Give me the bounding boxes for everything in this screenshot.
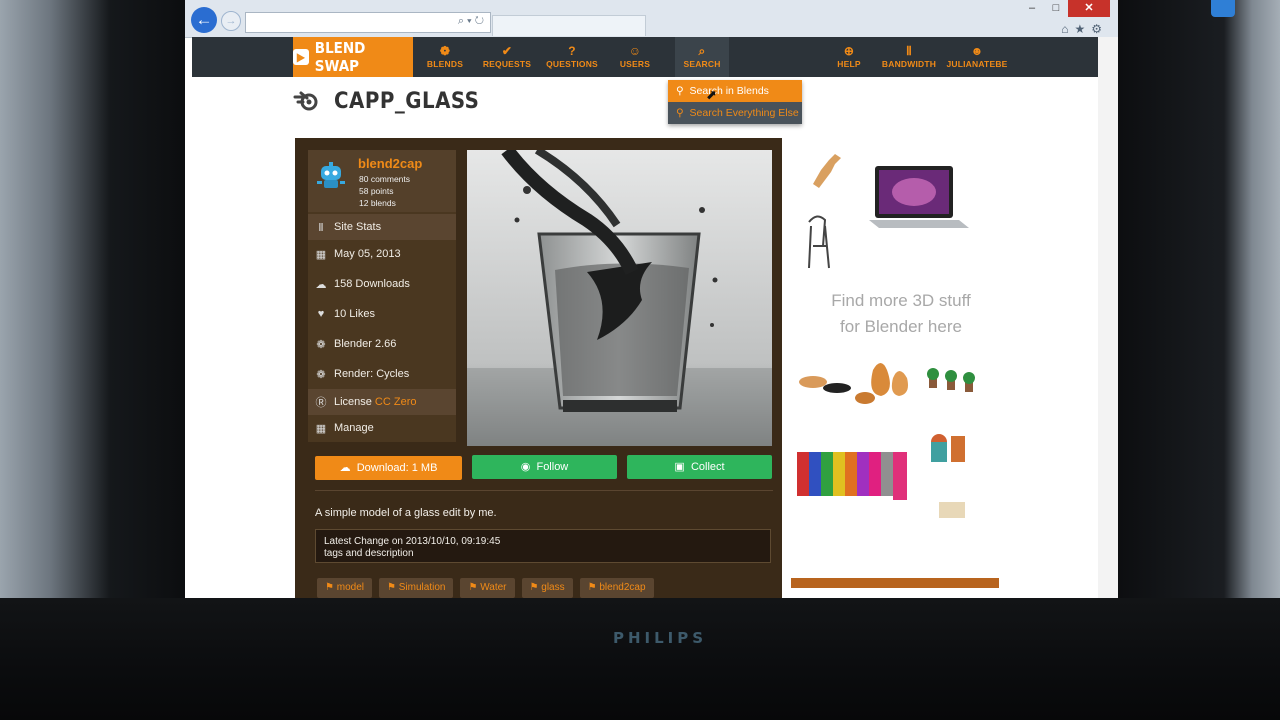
cc-icon: Ⓡ	[315, 397, 327, 409]
author-points: 58 points	[359, 186, 394, 196]
forward-button[interactable]: →	[221, 11, 241, 31]
question-icon: ?	[568, 44, 576, 58]
monitor-brand-logo: PHILIPS	[612, 629, 708, 647]
page-scrollbar[interactable]	[1098, 37, 1118, 598]
address-bar[interactable]: ⌕ ▾ ↻	[245, 12, 491, 33]
nav-users[interactable]: ☺ USERS	[610, 37, 660, 77]
blend-preview-image[interactable]	[467, 150, 772, 446]
license-link[interactable]: CC Zero	[375, 396, 417, 408]
browser-window: ← → ⌕ ▾ ↻ – □ ✕ ⌂★⚙ ▶ BLEND SWAP ❁ BLENDS…	[185, 0, 1118, 598]
stats-icon: Ⅱ	[318, 221, 324, 234]
blender-version-row: ❁ Blender 2.66	[308, 331, 456, 357]
toolbar-icons[interactable]: ⌂★⚙	[1061, 22, 1108, 36]
window-controls: – □ ✕	[1020, 0, 1110, 17]
user-icon: ☻	[970, 44, 984, 58]
maximize-button[interactable]: □	[1044, 0, 1068, 17]
forward-arrow-icon: →	[225, 15, 237, 27]
nav-account[interactable]: ☻ JULIANATEBE	[944, 37, 1010, 77]
monitor-bezel-bottom	[0, 598, 1280, 720]
blender-icon: ❁	[316, 368, 326, 381]
advertisement[interactable]: Find more 3D stuff for Blender here	[791, 142, 1011, 592]
close-button[interactable]: ✕	[1068, 0, 1110, 17]
date-row: ▦ May 05, 2013	[308, 241, 456, 267]
browser-toolbar: ← → ⌕ ▾ ↻ – □ ✕ ⌂★⚙	[185, 0, 1118, 38]
blends-icon: ❁	[439, 44, 451, 58]
tag-glass[interactable]: ⚑ glass	[521, 578, 573, 598]
site-logo[interactable]: ▶ BLEND SWAP	[293, 37, 413, 77]
ad-banner-strip	[791, 578, 999, 588]
nav-blends[interactable]: ❁ BLENDS	[420, 37, 470, 77]
latest-change-text: Latest Change on 2013/10/10, 09:19:45	[324, 536, 501, 547]
blend-sidebar: blend2cap 80 comments 58 points 12 blend…	[308, 150, 456, 442]
author-card[interactable]: blend2cap 80 comments 58 points 12 blend…	[308, 150, 456, 212]
check-icon: ✔	[501, 44, 513, 58]
cloud-download-icon: ☁	[339, 462, 351, 474]
divider	[315, 490, 773, 491]
browser-tab[interactable]	[492, 15, 646, 36]
license-row[interactable]: Ⓡ License CC Zero	[308, 389, 456, 415]
search-in-blends-item[interactable]: ⚲ Search in Blends	[668, 80, 802, 102]
blend-panel: blend2cap 80 comments 58 points 12 blend…	[295, 138, 782, 598]
render-engine-row: ❁ Render: Cycles	[308, 361, 456, 387]
manage-icon: ▦	[315, 422, 327, 435]
download-button[interactable]: ☁ Download: 1 MB	[315, 456, 462, 480]
search-icon: ⌕	[698, 44, 706, 58]
calendar-icon: ▦	[315, 248, 327, 261]
nav-search[interactable]: ⌕ SEARCH	[675, 37, 729, 77]
minimize-button[interactable]: –	[1020, 0, 1044, 17]
page-title: CAPP_GLASS	[334, 89, 480, 114]
tag-simulation[interactable]: ⚑ Simulation	[379, 578, 454, 598]
latest-change-box: Latest Change on 2013/10/10, 09:19:45 ta…	[315, 529, 771, 563]
site-navbar: ▶ BLEND SWAP ❁ BLENDS ✔ REQUESTS ? QUESTION…	[192, 37, 1098, 77]
eye-icon: ◉	[520, 461, 531, 473]
nav-requests[interactable]: ✔ REQUESTS	[479, 37, 535, 77]
collect-button[interactable]: ▣ Collect	[627, 455, 772, 479]
logo-icon: ▶	[293, 49, 309, 65]
nav-help[interactable]: ⊕ HELP	[828, 37, 870, 77]
address-bar-icons[interactable]: ⌕ ▾ ↻	[458, 15, 484, 28]
back-arrow-icon: ←	[195, 10, 213, 29]
tag-model[interactable]: ⚑ model	[317, 578, 372, 598]
downloads-row: ☁ 158 Downloads	[308, 271, 456, 297]
change-note-text: tags and description	[324, 548, 414, 559]
tag-water[interactable]: ⚑ Water	[460, 578, 515, 598]
blender-icon: ❁	[316, 338, 326, 351]
logo-text: BLEND SWAP	[314, 39, 366, 75]
tag-blend2cap[interactable]: ⚑ blend2cap	[579, 578, 654, 598]
back-button[interactable]: ←	[191, 7, 217, 33]
site-stats-row[interactable]: Ⅱ Site Stats	[308, 214, 456, 240]
search-everything-item[interactable]: ⚲ Search Everything Else	[668, 102, 802, 124]
users-icon: ☺	[628, 44, 642, 58]
help-icon: ⊕	[843, 44, 855, 58]
author-blends: 12 blends	[359, 198, 396, 208]
ad-artwork	[797, 154, 975, 518]
author-name[interactable]: blend2cap	[358, 156, 422, 171]
blend-description: A simple model of a glass edit by me.	[315, 507, 497, 519]
likes-row: ♥ 10 Likes	[308, 301, 456, 327]
manage-row[interactable]: ▦ Manage	[308, 415, 456, 441]
chart-icon: Ⅱ	[905, 44, 913, 58]
mouse-cursor-icon: ⬈	[706, 87, 717, 102]
follow-button[interactable]: ◉ Follow	[472, 455, 617, 479]
heart-icon: ♥	[317, 308, 325, 320]
nav-questions[interactable]: ? QUESTIONS	[543, 37, 601, 77]
nav-bandwidth[interactable]: Ⅱ BANDWIDTH	[880, 37, 938, 77]
avatar	[317, 162, 345, 188]
background-object	[1211, 0, 1235, 17]
tag-list: ⚑ model ⚑ Simulation ⚑ Water ⚑ glass ⚑ b…	[317, 578, 654, 598]
ad-text: Find more 3D stuff for Blender here	[831, 291, 971, 336]
folder-icon: ▣	[674, 461, 685, 473]
cloud-download-icon: ☁	[315, 278, 327, 291]
search-dropdown: ⚲ Search in Blends ⚲ Search Everything E…	[668, 80, 802, 124]
blender-logo-icon	[293, 89, 319, 113]
author-comments: 80 comments	[359, 174, 411, 184]
